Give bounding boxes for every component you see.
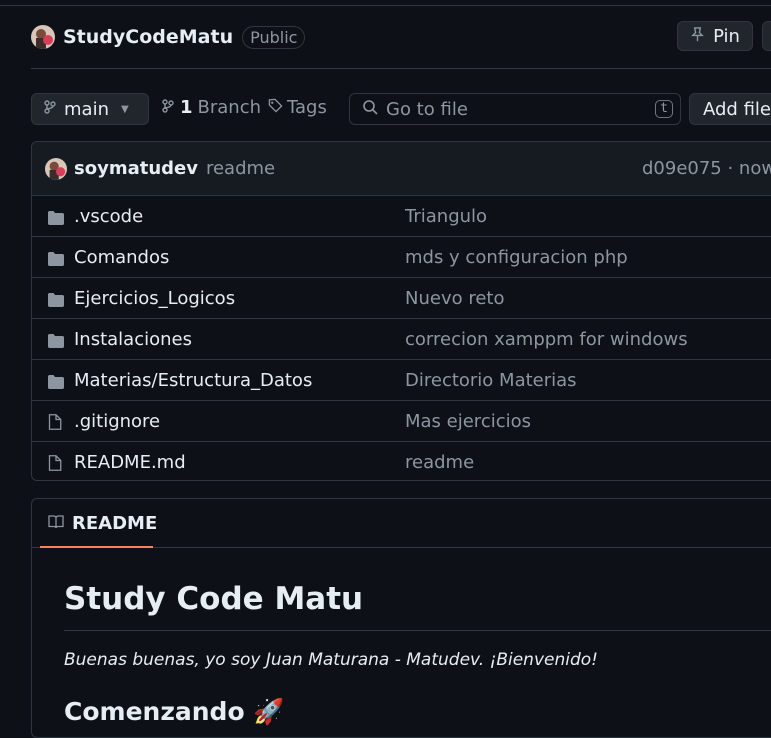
file-icon	[48, 455, 64, 471]
owner-avatar[interactable]	[31, 25, 55, 49]
tags-label: Tags	[287, 97, 327, 118]
tab-readme[interactable]: README	[40, 499, 157, 548]
file-name-link[interactable]: README.md	[74, 452, 186, 473]
commit-hash-time[interactable]: d09e075 · now	[642, 158, 771, 179]
commit-message[interactable]: readme	[206, 158, 275, 179]
commit-author[interactable]: soymatudev	[74, 158, 198, 179]
add-file-label: Add file	[703, 98, 771, 120]
folder-icon	[48, 332, 64, 348]
more-actions-button[interactable]	[762, 21, 771, 51]
file-name-link[interactable]: Materias/Estructura_Datos	[74, 370, 312, 391]
repo-header: StudyCodeMatu Public	[31, 22, 771, 52]
tags-link[interactable]: Tags	[268, 97, 327, 118]
shortcut-key: t	[655, 100, 673, 118]
header-divider	[31, 68, 771, 69]
readme-panel: README Study Code Matu Buenas buenas, yo…	[31, 498, 771, 738]
branch-name: main	[64, 98, 109, 120]
file-row[interactable]: Materias/Estructura_Datos Directorio Mate…	[32, 360, 771, 401]
search-icon	[362, 99, 378, 119]
branch-select-button[interactable]: main ▼	[31, 93, 149, 125]
file-commit-message[interactable]: Triangulo	[405, 206, 487, 227]
go-to-file-input[interactable]	[386, 98, 646, 120]
file-commit-message[interactable]: readme	[405, 452, 474, 473]
file-browser: soymatudev readme d09e075 · now .vscode T…	[31, 141, 771, 481]
readme-title: Study Code Matu	[64, 581, 364, 617]
file-icon	[48, 414, 64, 430]
file-name-link[interactable]: .vscode	[74, 206, 143, 227]
file-commit-message[interactable]: correcion xamppm for windows	[405, 329, 688, 350]
visibility-badge: Public	[242, 25, 306, 49]
folder-icon	[48, 250, 64, 266]
commit-author-avatar[interactable]	[45, 157, 67, 180]
file-row[interactable]: .vscode Triangulo	[32, 196, 771, 237]
pin-icon	[690, 26, 705, 46]
file-commit-message[interactable]: mds y configuracion php	[405, 247, 628, 268]
latest-commit-bar: soymatudev readme d09e075 · now	[32, 142, 771, 196]
repo-name[interactable]: StudyCodeMatu	[63, 26, 233, 48]
file-name-link[interactable]: Ejercicios_Logicos	[74, 288, 235, 309]
branch-count: 1	[180, 97, 193, 118]
book-icon	[48, 513, 64, 534]
go-to-file-search[interactable]: t	[349, 93, 681, 125]
readme-divider	[64, 630, 771, 631]
tag-icon	[268, 98, 283, 117]
file-commit-message[interactable]: Nuevo reto	[405, 288, 504, 309]
pin-button[interactable]: Pin	[677, 21, 753, 51]
pin-label: Pin	[713, 25, 740, 47]
chevron-down-icon: ▼	[120, 103, 129, 115]
file-commit-message[interactable]: Mas ejercicios	[405, 411, 531, 432]
file-commit-message[interactable]: Directorio Materias	[405, 370, 577, 391]
readme-tabs: README	[32, 499, 771, 548]
file-name-link[interactable]: .gitignore	[74, 411, 160, 432]
branch-count-label: Branch	[197, 97, 262, 118]
file-row[interactable]: Instalaciones correcion xamppm for window…	[32, 319, 771, 360]
readme-tab-label: README	[72, 512, 158, 534]
file-row[interactable]: .gitignore Mas ejercicios	[32, 401, 771, 442]
readme-intro: Buenas buenas, yo soy Juan Maturana - Ma…	[64, 650, 598, 670]
file-row[interactable]: Comandos mds y configuracion php	[32, 237, 771, 278]
file-list: .vscode Triangulo Comandos mds y configurac…	[32, 196, 771, 480]
readme-section-heading: Comenzando 🚀	[64, 697, 285, 726]
git-branch-icon	[44, 100, 56, 118]
folder-icon	[48, 373, 64, 389]
file-name-link[interactable]: Instalaciones	[74, 329, 192, 350]
file-name-link[interactable]: Comandos	[74, 247, 169, 268]
folder-icon	[48, 291, 64, 307]
branches-link[interactable]: 1 Branch	[162, 97, 261, 118]
folder-icon	[48, 209, 64, 225]
file-row[interactable]: README.md readme	[32, 442, 771, 480]
git-branch-icon	[162, 97, 174, 118]
add-file-button[interactable]: Add file	[689, 93, 771, 125]
file-row[interactable]: Ejercicios_Logicos Nuevo reto	[32, 278, 771, 319]
top-border	[0, 0, 771, 6]
